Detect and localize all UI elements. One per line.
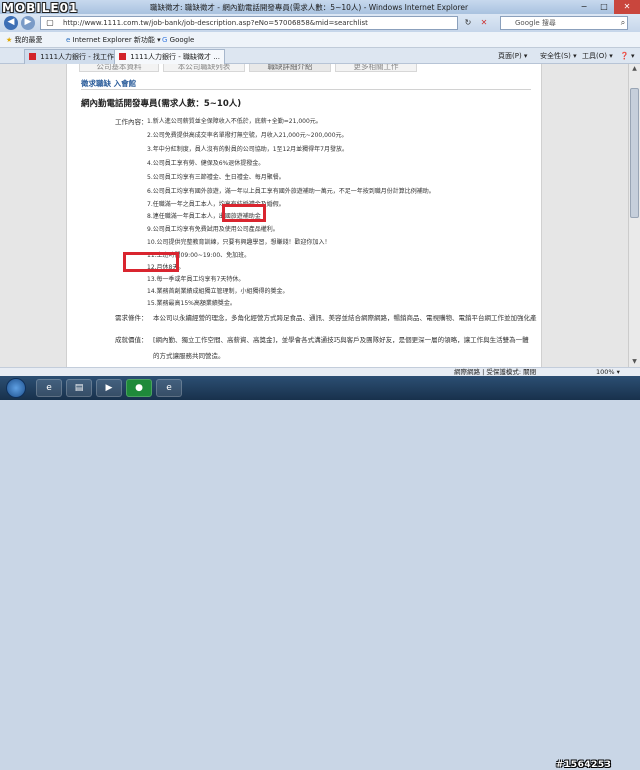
1111-icon bbox=[29, 53, 36, 60]
list-item: 5.公司員工均享有三節禮金、生日禮金、每月聚餐。 bbox=[147, 174, 285, 181]
section-heading: 徵求職缺 入會館 bbox=[81, 78, 531, 90]
security-zone: 網際網路 | 受保護模式: 關閉 bbox=[454, 368, 537, 376]
search-icon[interactable]: ⌕ bbox=[617, 17, 629, 29]
favorites-label: 我的最愛 bbox=[14, 36, 43, 44]
app-taskbar-icon[interactable]: ● bbox=[126, 379, 152, 397]
requirements-label: 需求條件： bbox=[115, 314, 148, 322]
fav-item-label: Internet Explorer 新功能 ▾ bbox=[72, 36, 161, 44]
tab-label: 1111人力銀行 - 找工作 -... bbox=[40, 53, 126, 61]
1111-icon bbox=[119, 53, 126, 60]
list-item: 6.公司員工均享有國外旅遊，滿一年以上員工享有國外旅遊補助一萬元，不足一年按到職… bbox=[147, 188, 435, 195]
job-title: 網內勤電話開發專員(需求人數：5~10人) bbox=[81, 99, 242, 109]
requirements-text: 本公司以永續經營的理念，多角化經營方式跨足食品、通訊、美容並結合網際網路，暢銷商… bbox=[153, 314, 537, 322]
stop-icon[interactable]: ✕ bbox=[478, 17, 490, 29]
list-item: 10.公司提供完整教育訓練，只要有興趣學習，想賺錢！歡迎你加入！ bbox=[147, 239, 331, 246]
rewards-text-continued: 的方式讓服務共同營造。 bbox=[153, 352, 225, 360]
minimize-button[interactable]: − bbox=[574, 0, 594, 14]
favorites-button[interactable]: ★ 我的最愛 bbox=[6, 34, 43, 46]
fav-item-google[interactable]: G Google bbox=[162, 34, 194, 46]
list-item: 1.新人進公司薪質並全保障收入不低於，底薪+全勤=21,000元。 bbox=[147, 118, 322, 125]
url-input[interactable]: http://www.1111.com.tw/job-bank/job-desc… bbox=[40, 16, 458, 30]
taskbar: e ▤ ▶ ● e #1564253 bbox=[0, 376, 640, 770]
window-title: 職缺徵才: 職缺徵才 - 網內勤電話開發專員(需求人數：5~10人) - Win… bbox=[150, 3, 469, 12]
job-page: 公司基本資料 本公司職缺列表 職缺詳細介紹 更多相關工作 徵求職缺 入會館 網內… bbox=[66, 64, 542, 367]
page-viewport: 公司基本資料 本公司職缺列表 職缺詳細介紹 更多相關工作 徵求職缺 入會館 網內… bbox=[0, 64, 628, 367]
scroll-thumb[interactable] bbox=[630, 88, 639, 218]
mobile01-logo: MOBILE01 bbox=[2, 1, 79, 15]
refresh-icon[interactable]: ↻ bbox=[462, 17, 474, 29]
fav-item-ie[interactable]: e Internet Explorer 新功能 ▾ bbox=[66, 34, 161, 46]
scroll-down-icon[interactable]: ▼ bbox=[629, 357, 640, 367]
rewards-label: 成就價值： bbox=[115, 336, 148, 344]
close-button[interactable]: ✕ bbox=[614, 0, 640, 14]
ie-icon: e bbox=[66, 36, 71, 44]
start-button[interactable] bbox=[6, 378, 26, 398]
list-item: 2.公司免費提供高成交率名單撥打無空號，月收入21,000元~200,000元。 bbox=[147, 132, 348, 139]
page-tab-job-list[interactable]: 本公司職缺列表 bbox=[163, 64, 245, 72]
page-tabs: 公司基本資料 本公司職缺列表 職缺詳細介紹 更多相關工作 bbox=[67, 64, 543, 73]
ie-taskbar-icon[interactable]: e bbox=[36, 379, 62, 397]
page-tab-more-jobs[interactable]: 更多相關工作 bbox=[335, 64, 417, 72]
ie-window-taskbar-icon[interactable]: e bbox=[156, 379, 182, 397]
google-icon: G bbox=[162, 36, 168, 44]
search-input[interactable]: Google 搜尋 bbox=[500, 16, 628, 30]
page-tab-company[interactable]: 公司基本資料 bbox=[79, 64, 159, 72]
menu-help[interactable]: ❓ ▾ bbox=[620, 50, 634, 62]
folder-taskbar-icon[interactable]: ▤ bbox=[66, 379, 92, 397]
page-icon: ▢ bbox=[46, 18, 54, 27]
tab-label: 1111人力銀行 - 職缺徵才 ... bbox=[130, 53, 220, 61]
fav-item-label: Google bbox=[169, 36, 195, 44]
rewards-text: [網內勤、獨立工作空間、高薪資、高獎金]，並學會各式溝通技巧與客戶及團隊好友，是… bbox=[153, 336, 529, 344]
list-item: 3.年中分紅制度，員人沒有的對員的公司協助，1至12月並獨得年7月發放。 bbox=[147, 146, 348, 153]
page-tab-job-detail[interactable]: 職缺詳細介紹 bbox=[249, 64, 331, 72]
watermark: #1564253 bbox=[556, 760, 612, 770]
media-taskbar-icon[interactable]: ▶ bbox=[96, 379, 122, 397]
menu-safety[interactable]: 安全性(S) ▾ bbox=[540, 50, 577, 62]
vertical-scrollbar[interactable]: ▲ ▼ bbox=[628, 64, 640, 367]
list-item: 13.每一季或年員工均享有7天特休。 bbox=[147, 276, 245, 283]
status-bar: 網際網路 | 受保護模式: 關閉 100% ▾ bbox=[0, 367, 640, 376]
list-item: 4.公司員工享有勞、健保及6%退休提撥金。 bbox=[147, 160, 265, 167]
favorites-bar: ★ 我的最愛 e Internet Explorer 新功能 ▾ G Googl… bbox=[0, 32, 640, 48]
address-bar: ◀ ▶ http://www.1111.com.tw/job-bank/job-… bbox=[0, 14, 640, 32]
back-button[interactable]: ◀ bbox=[4, 16, 18, 30]
menu-tools[interactable]: 工具(O) ▾ bbox=[582, 50, 613, 62]
tab-bar: 1111人力銀行 - 找工作 -... 1111人力銀行 - 職缺徵才 ... … bbox=[0, 48, 640, 64]
maximize-button[interactable]: □ bbox=[594, 0, 614, 14]
list-item: 14.業務首創業績成組獨立管理制，小組獨得的獎金。 bbox=[147, 288, 289, 295]
forward-button[interactable]: ▶ bbox=[21, 16, 35, 30]
list-item: 15.業務最高15%高額業績獎金。 bbox=[147, 300, 236, 307]
star-icon: ★ bbox=[6, 36, 13, 44]
tab-1111-job[interactable]: 1111人力銀行 - 職缺徵才 ... bbox=[114, 49, 225, 64]
window-title-bar: MOBILE01 職缺徵才: 職缺徵才 - 網內勤電話開發專員(需求人數：5~1… bbox=[0, 0, 640, 15]
work-label: 工作內容： bbox=[115, 118, 148, 126]
list-item: 9.公司員工均享有免費試用及使用公司產品權利。 bbox=[147, 226, 279, 233]
highlight-box-travel bbox=[222, 204, 266, 222]
menu-page[interactable]: 頁面(P) ▾ bbox=[498, 50, 527, 62]
highlight-box-days-off bbox=[123, 252, 179, 272]
zoom-level[interactable]: 100% ▾ bbox=[596, 368, 620, 376]
scroll-up-icon[interactable]: ▲ bbox=[629, 64, 640, 74]
